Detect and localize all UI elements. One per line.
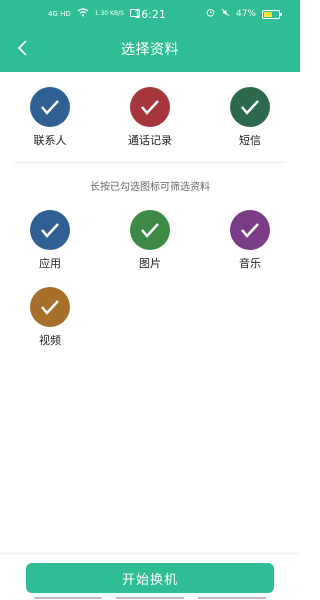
nav-indicator bbox=[198, 597, 266, 599]
status-bar: 4G HD 1.30 KB/S 16:21 47% bbox=[0, 0, 300, 30]
item-label: 短信 bbox=[239, 134, 261, 147]
item-label: 通话记录 bbox=[128, 134, 172, 147]
filter-hint: 长按已勾选图标可筛选资料 bbox=[90, 182, 210, 193]
item-label: 联系人 bbox=[33, 134, 67, 147]
footer-divider bbox=[0, 553, 300, 554]
images-icon bbox=[130, 210, 170, 250]
item-images[interactable]: 图片 bbox=[105, 210, 195, 271]
video-icon bbox=[30, 287, 70, 327]
item-label: 音乐 bbox=[239, 257, 261, 270]
item-sms[interactable]: 短信 bbox=[205, 87, 295, 148]
item-label: 图片 bbox=[139, 257, 161, 270]
nav-indicator bbox=[116, 597, 184, 599]
start-transfer-button[interactable]: 开始换机 bbox=[26, 563, 274, 593]
item-apps[interactable]: 应用 bbox=[5, 210, 95, 271]
item-contacts[interactable]: 联系人 bbox=[5, 87, 95, 148]
nav-indicator bbox=[34, 597, 102, 599]
battery-icon bbox=[262, 9, 282, 19]
item-music[interactable]: 音乐 bbox=[205, 210, 295, 271]
alarm-icon bbox=[206, 8, 215, 20]
page-title: 选择资料 bbox=[121, 42, 179, 58]
apps-icon bbox=[30, 210, 70, 250]
item-call-log[interactable]: 通话记录 bbox=[105, 87, 195, 148]
divider bbox=[14, 162, 286, 163]
item-label: 视频 bbox=[39, 334, 61, 347]
header-bar: 4G HD 1.30 KB/S 16:21 47% 选择资料 bbox=[0, 0, 300, 72]
call-log-icon bbox=[130, 87, 170, 127]
item-label: 应用 bbox=[39, 257, 61, 270]
item-video[interactable]: 视频 bbox=[5, 287, 95, 348]
battery-percent: 47% bbox=[235, 9, 256, 19]
sms-icon bbox=[230, 87, 270, 127]
contacts-icon bbox=[30, 87, 70, 127]
music-icon bbox=[230, 210, 270, 250]
title-bar: 选择资料 bbox=[0, 30, 300, 66]
mute-icon bbox=[221, 8, 230, 20]
